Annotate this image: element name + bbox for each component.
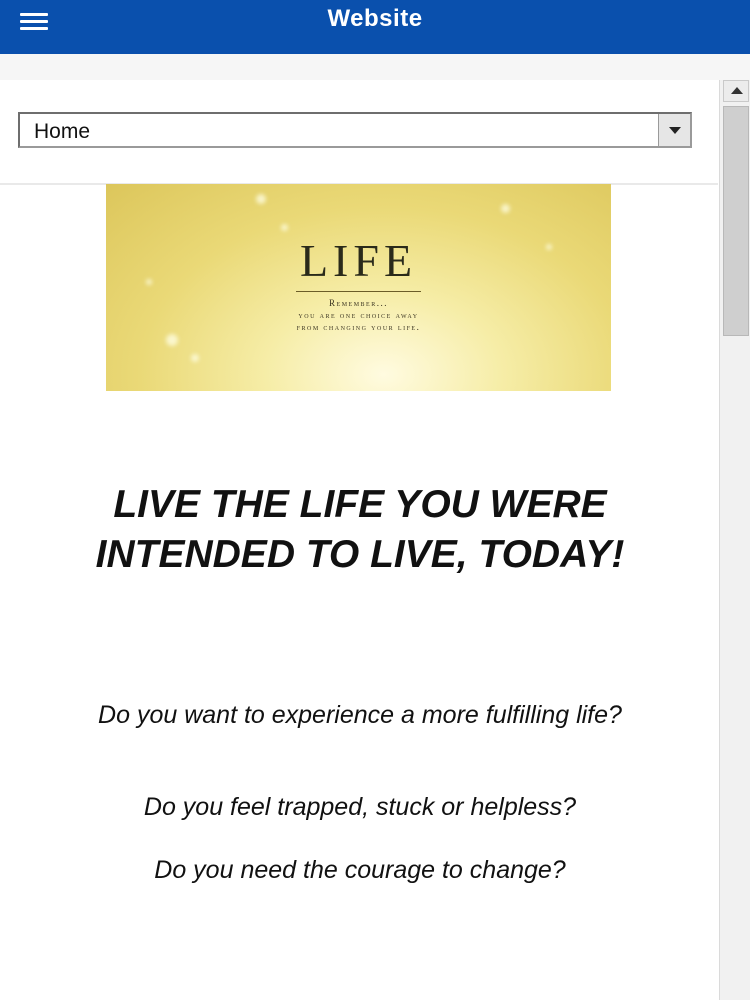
vertical-scrollbar[interactable] bbox=[719, 80, 750, 1000]
question-feel-trapped: Do you feel trapped, stuck or helpless? bbox=[143, 793, 577, 821]
page-headline: LIVE THE LIFE YOU WERE INTENDED TO LIVE,… bbox=[95, 483, 625, 576]
banner-title: LIFE bbox=[299, 235, 418, 286]
selected-page-label: Home bbox=[34, 120, 91, 143]
banner-subtitle-line-2: you are one choice away bbox=[298, 310, 419, 320]
page-top-strip bbox=[0, 54, 750, 80]
life-banner-image: LIFE Remember... you are one choice away… bbox=[106, 184, 611, 391]
banner-subtitle-line-1: Remember... bbox=[329, 298, 388, 308]
banner-divider bbox=[296, 291, 421, 292]
app-title: Website bbox=[327, 5, 423, 32]
question-courage-to-change: Do you need the courage to change? bbox=[154, 856, 566, 884]
web-content[interactable]: Home LIFE Remember... you are one choice… bbox=[0, 54, 750, 1000]
banner-subtitle: Remember... you are one choice away from… bbox=[106, 297, 611, 333]
scrollbar-thumb[interactable] bbox=[723, 106, 749, 336]
scroll-up-arrow-icon[interactable] bbox=[723, 80, 749, 102]
page-navigation-select[interactable]: Home bbox=[18, 112, 692, 148]
banner-subtitle-line-3: from changing your life. bbox=[296, 322, 421, 332]
chevron-down-icon[interactable] bbox=[658, 114, 690, 146]
app-bar: Website bbox=[0, 0, 750, 54]
question-fulfilling-life: Do you want to experience a more fulfill… bbox=[98, 701, 622, 729]
